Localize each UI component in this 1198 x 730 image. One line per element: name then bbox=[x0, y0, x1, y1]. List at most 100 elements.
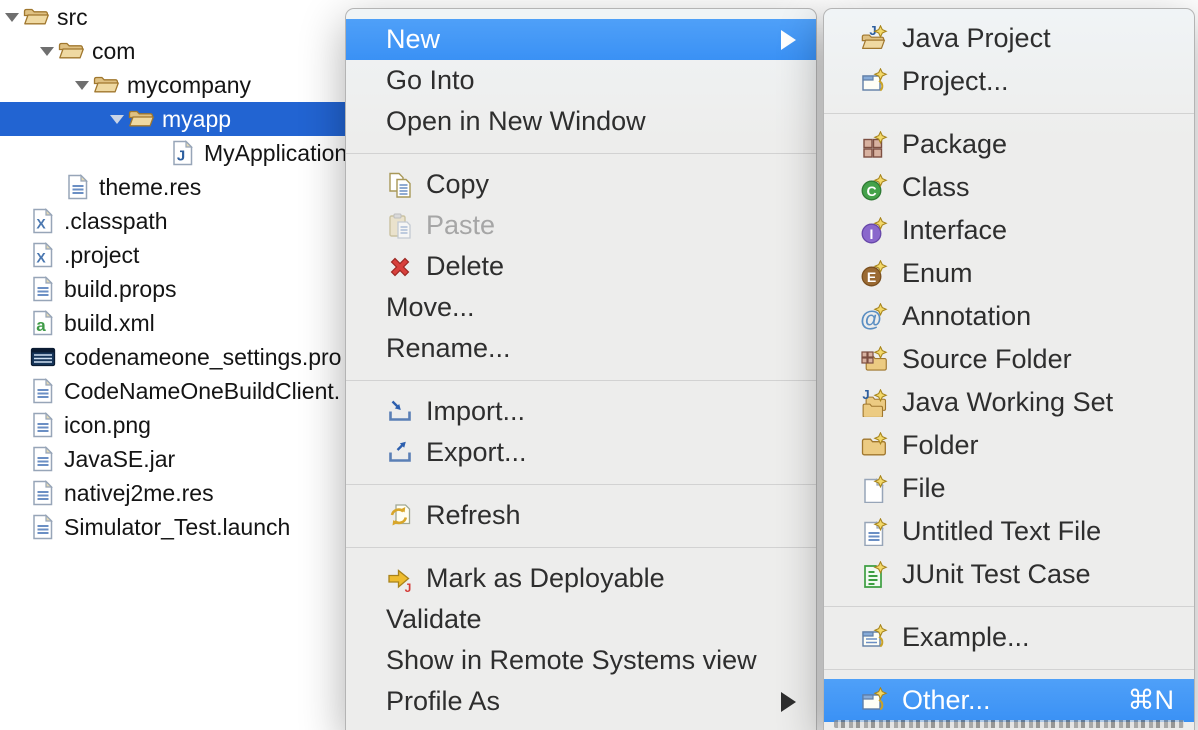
menu-item-example[interactable]: Example... bbox=[824, 616, 1194, 659]
svg-text:X: X bbox=[36, 216, 46, 232]
tree-item-icon-png[interactable]: icon.png bbox=[0, 408, 345, 442]
new-example-icon bbox=[860, 624, 888, 652]
tree-item-build-props[interactable]: build.props bbox=[0, 272, 345, 306]
tree-item-project[interactable]: X.project bbox=[0, 238, 345, 272]
menu-item-label: Example... bbox=[902, 622, 1030, 653]
menu-item-class[interactable]: CClass bbox=[824, 166, 1194, 209]
tree-item-src[interactable]: src bbox=[0, 0, 345, 34]
menu-item-label: Folder bbox=[902, 430, 979, 461]
menu-item-export[interactable]: Export... bbox=[346, 432, 816, 473]
tree-item-build-xml[interactable]: abuild.xml bbox=[0, 306, 345, 340]
disclosure-triangle-icon[interactable] bbox=[107, 115, 127, 124]
menu-separator bbox=[346, 142, 816, 164]
svg-text:J: J bbox=[405, 581, 412, 593]
menu-separator bbox=[346, 536, 816, 558]
tree-item-label: .project bbox=[64, 242, 139, 269]
menu-item-label: Refresh bbox=[426, 500, 521, 531]
tree-item-mycompany[interactable]: mycompany bbox=[0, 68, 345, 102]
menu-item-move[interactable]: Move... bbox=[346, 287, 816, 328]
tree-item-label: myapp bbox=[162, 106, 231, 133]
menu-item-open-in-new-window[interactable]: Open in New Window bbox=[346, 101, 816, 142]
submenu-arrow-icon bbox=[781, 692, 796, 712]
menu-item-rename[interactable]: Rename... bbox=[346, 328, 816, 369]
tree-item-com[interactable]: com bbox=[0, 34, 345, 68]
menu-item-refresh[interactable]: Refresh bbox=[346, 495, 816, 536]
menu-item-file[interactable]: File bbox=[824, 467, 1194, 510]
menu-item-paste: Paste bbox=[346, 205, 816, 246]
menu-item-label: File bbox=[902, 473, 946, 504]
tree-item-codenameonebuildclient[interactable]: CodeNameOneBuildClient. bbox=[0, 374, 345, 408]
menu-item-source-folder[interactable]: Source Folder bbox=[824, 338, 1194, 381]
tree-item-label: Simulator_Test.launch bbox=[64, 514, 290, 541]
menu-separator bbox=[824, 596, 1194, 616]
menu-item-untitled-text-file[interactable]: Untitled Text File bbox=[824, 510, 1194, 553]
menu-item-label: Move... bbox=[386, 292, 475, 323]
tree-item-myapplication[interactable]: JMyApplication. bbox=[0, 136, 345, 170]
text-file-icon bbox=[64, 173, 92, 201]
svg-text:E: E bbox=[867, 268, 876, 284]
tree-item-classpath[interactable]: X.classpath bbox=[0, 204, 345, 238]
java-file-icon: J bbox=[169, 139, 197, 167]
menu-item-folder[interactable]: Folder bbox=[824, 424, 1194, 467]
menu-item-junit-test-case[interactable]: JUnit Test Case bbox=[824, 553, 1194, 596]
menu-item-label: Enum bbox=[902, 258, 973, 289]
menu-item-delete[interactable]: Delete bbox=[346, 246, 816, 287]
new-other-icon bbox=[860, 687, 888, 715]
tree-item-nativej2me-res[interactable]: nativej2me.res bbox=[0, 476, 345, 510]
new-class-icon: C bbox=[860, 174, 888, 202]
menu-item-enum[interactable]: E Enum bbox=[824, 252, 1194, 295]
disclosure-triangle-icon[interactable] bbox=[37, 47, 57, 56]
new-interface-icon: I bbox=[860, 217, 888, 245]
menu-item-label: JUnit Test Case bbox=[902, 559, 1091, 590]
menu-item-label: Package bbox=[902, 129, 1007, 160]
menu-item-profile-as[interactable]: Profile As bbox=[346, 681, 816, 722]
menu-item-import[interactable]: Import... bbox=[346, 391, 816, 432]
menu-item-show-in-remote-systems-view[interactable]: Show in Remote Systems view bbox=[346, 640, 816, 681]
new-enum-icon: E bbox=[860, 260, 888, 288]
disclosure-triangle-icon[interactable] bbox=[2, 13, 22, 22]
tree-item-label: com bbox=[92, 38, 135, 65]
menu-item-validate[interactable]: Validate bbox=[346, 599, 816, 640]
tree-item-myapp[interactable]: myapp bbox=[0, 102, 345, 136]
folder-open-icon bbox=[92, 71, 120, 99]
svg-text:a: a bbox=[36, 316, 46, 335]
new-junit-test-icon bbox=[860, 561, 888, 589]
menu-item-label: Go Into bbox=[386, 65, 475, 96]
tree-item-theme-res[interactable]: theme.res bbox=[0, 170, 345, 204]
tree-item-simulator-test-launch[interactable]: Simulator_Test.launch bbox=[0, 510, 345, 544]
menu-item-interface[interactable]: I Interface bbox=[824, 209, 1194, 252]
disclosure-triangle-icon[interactable] bbox=[72, 81, 92, 90]
menu-item-java-working-set[interactable]: JJava Working Set bbox=[824, 381, 1194, 424]
menu-separator bbox=[346, 369, 816, 391]
menu-item-mark-as-deployable[interactable]: JMark as Deployable bbox=[346, 558, 816, 599]
menu-item-go-into[interactable]: Go Into bbox=[346, 60, 816, 101]
new-package-icon bbox=[860, 131, 888, 159]
menu-item-debug-as[interactable]: Debug As bbox=[346, 722, 816, 730]
menu-item-copy[interactable]: Copy bbox=[346, 164, 816, 205]
tree-item-label: CodeNameOneBuildClient. bbox=[64, 378, 340, 405]
folder-open-icon bbox=[127, 105, 155, 133]
tree-item-label: icon.png bbox=[64, 412, 151, 439]
menu-item-label: Open in New Window bbox=[386, 106, 646, 137]
menu-item-annotation[interactable]: @Annotation bbox=[824, 295, 1194, 338]
tree-item-label: build.props bbox=[64, 276, 177, 303]
menu-item-package[interactable]: Package bbox=[824, 123, 1194, 166]
tree-item-javase-jar[interactable]: JavaSE.jar bbox=[0, 442, 345, 476]
menu-item-label: Interface bbox=[902, 215, 1007, 246]
menu-item-label: New bbox=[386, 24, 440, 55]
menu-item-label: Project... bbox=[902, 66, 1009, 97]
menu-item-project[interactable]: Project... bbox=[824, 60, 1194, 103]
menu-item-label: Rename... bbox=[386, 333, 511, 364]
menu-item-new[interactable]: New bbox=[346, 19, 816, 60]
menu-item-other[interactable]: Other...⌘N bbox=[824, 679, 1194, 722]
tree-item-codenameone-settings-pro[interactable]: codenameone_settings.pro bbox=[0, 340, 345, 374]
import-icon bbox=[386, 398, 414, 426]
project-explorer-tree: src com mycompany myapp JMyApplication.theme… bbox=[0, 0, 345, 730]
clipped-menu-content bbox=[834, 720, 1184, 728]
paste-icon bbox=[386, 212, 414, 240]
svg-text:J: J bbox=[177, 148, 185, 165]
new-folder-icon bbox=[860, 432, 888, 460]
copy-icon bbox=[386, 171, 414, 199]
settings-file-icon bbox=[29, 343, 57, 371]
menu-item-java-project[interactable]: JJava Project bbox=[824, 17, 1194, 60]
